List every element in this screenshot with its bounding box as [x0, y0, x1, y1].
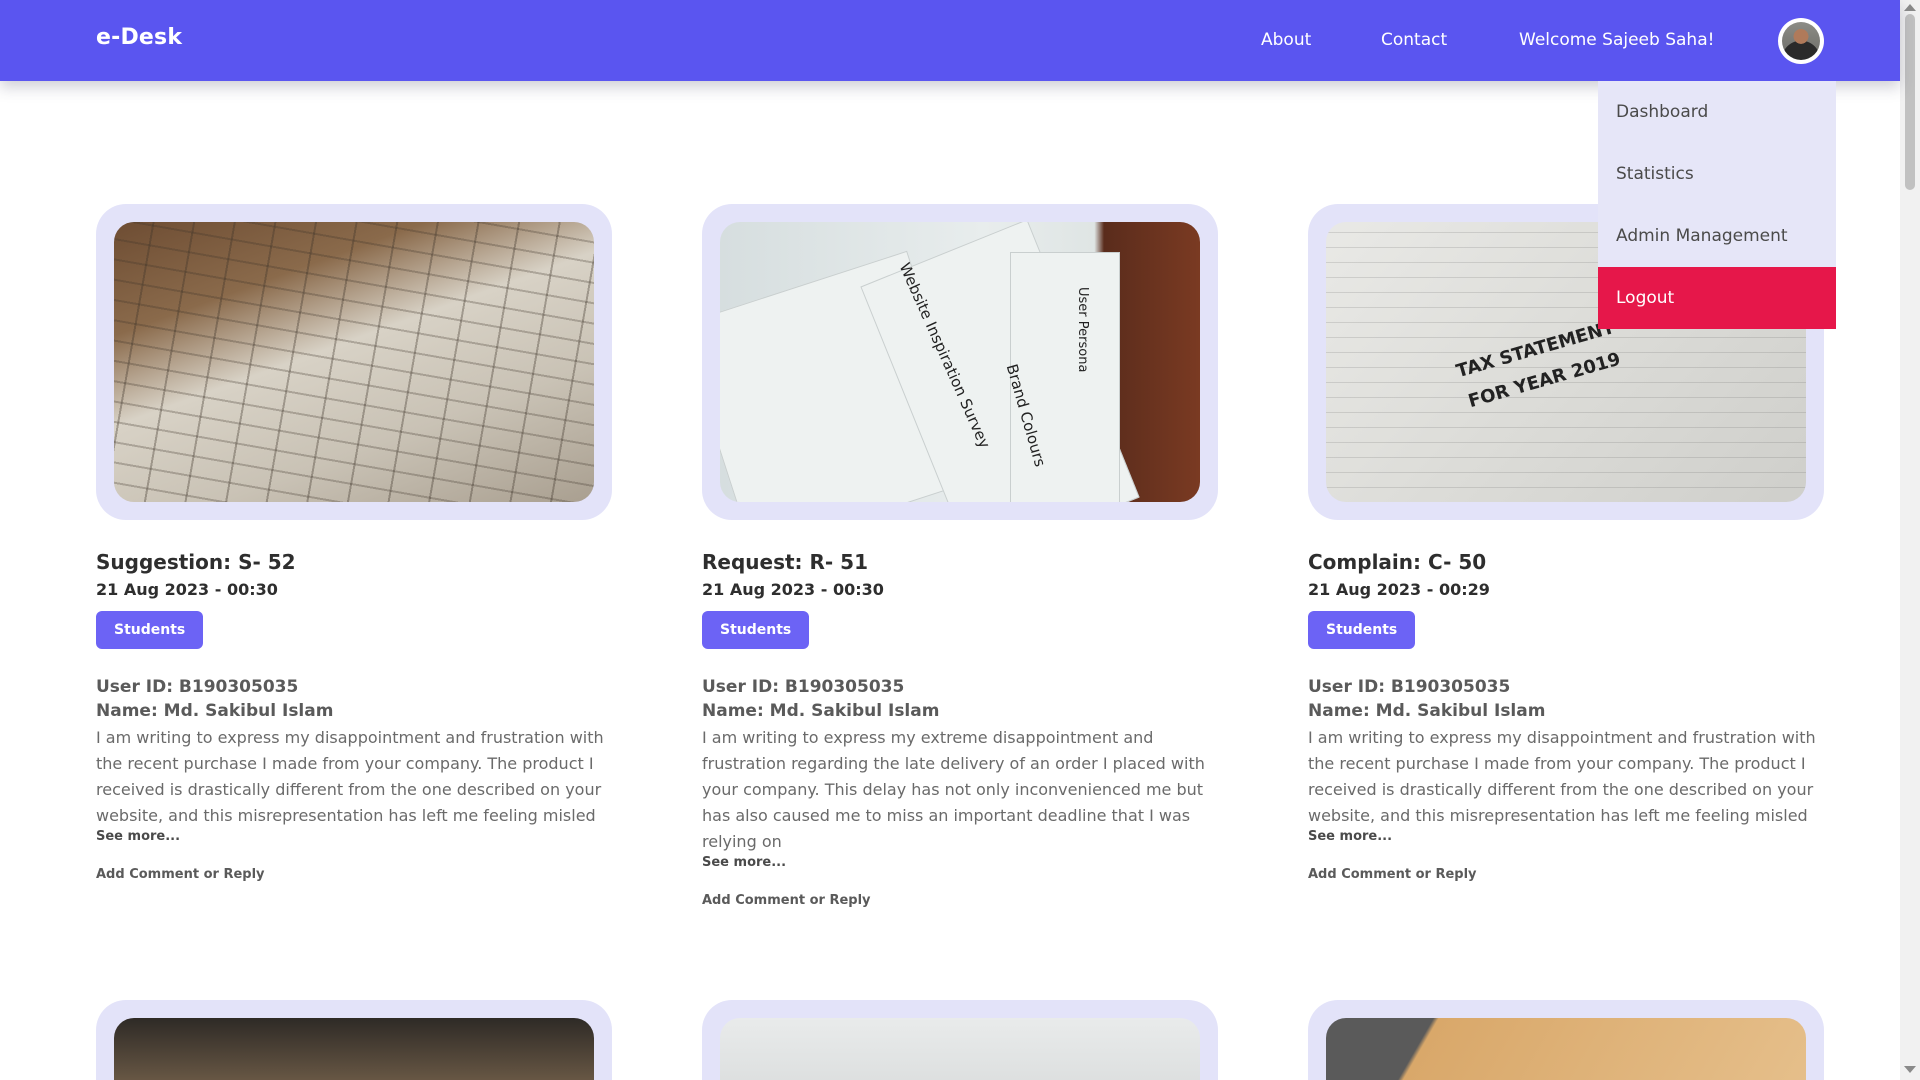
card-description: I am writing to express my disappointmen… [96, 728, 604, 825]
card-user-id: User ID: B190305035 [1308, 677, 1511, 697]
card-user-name: Name: Md. Sakibul Islam [96, 701, 334, 721]
page-scrollbar[interactable] [1900, 0, 1920, 1080]
category-badge[interactable]: Students [96, 611, 204, 649]
category-badge[interactable]: Students [702, 611, 810, 649]
menu-item-admin-management[interactable]: Admin Management [1598, 205, 1836, 267]
card-description: I am writing to express my extreme disap… [702, 728, 1205, 851]
card-image-frame [96, 204, 612, 520]
card-user-id: User ID: B190305035 [96, 677, 299, 697]
see-more-link[interactable]: See more... [96, 829, 612, 845]
card-image-survey[interactable]: Website Inspiration Survey Brand Colours… [720, 222, 1200, 502]
card-image[interactable] [114, 1018, 594, 1080]
survey-paper [1010, 252, 1120, 502]
card-description: I am writing to express my disappointmen… [1308, 728, 1816, 825]
card-date: 21 Aug 2023 - 00:30 [702, 580, 884, 599]
user-dropdown-menu: Dashboard Statistics Admin Management Lo… [1598, 81, 1836, 329]
menu-item-statistics[interactable]: Statistics [1598, 143, 1836, 205]
card-title: Request: R- 51 [702, 550, 869, 574]
scrollbar-thumb[interactable] [1905, 14, 1915, 190]
post-card: Suggestion: S- 52 21 Aug 2023 - 00:30 St… [96, 204, 612, 882]
card-user-name: Name: Md. Sakibul Islam [1308, 701, 1546, 721]
brand-logo[interactable]: e-Desk [96, 25, 182, 50]
navbar: e-Desk About Contact Welcome Sajeeb Saha… [0, 0, 1900, 81]
avatar-photo [1782, 22, 1820, 60]
menu-item-logout[interactable]: Logout [1598, 267, 1836, 329]
card-date: 21 Aug 2023 - 00:30 [96, 580, 278, 599]
card-image-ledger[interactable] [114, 222, 594, 502]
menu-item-dashboard[interactable]: Dashboard [1598, 81, 1836, 143]
add-comment-link[interactable]: Add Comment or Reply [96, 867, 612, 882]
nav-about-link[interactable]: About [1261, 30, 1311, 50]
category-badge[interactable]: Students [1308, 611, 1416, 649]
card-image-frame [1308, 1000, 1824, 1080]
image-text: User Persona [1075, 287, 1090, 373]
see-more-link[interactable]: See more... [1308, 829, 1824, 845]
card-image-frame: Website Inspiration Survey Brand Colours… [702, 204, 1218, 520]
card-title: Complain: C- 50 [1308, 550, 1487, 574]
card-image[interactable] [720, 1018, 1200, 1080]
card-image[interactable] [1326, 1018, 1806, 1080]
nav-contact-link[interactable]: Contact [1381, 30, 1447, 50]
user-avatar[interactable] [1778, 18, 1824, 64]
scroll-up-arrow-icon[interactable] [1904, 4, 1916, 11]
card-title: Suggestion: S- 52 [96, 550, 296, 574]
card-image-frame [702, 1000, 1218, 1080]
card-user-name: Name: Md. Sakibul Islam [702, 701, 940, 721]
card-date: 21 Aug 2023 - 00:29 [1308, 580, 1490, 599]
post-card: Website Inspiration Survey Brand Colours… [702, 204, 1218, 908]
scroll-down-arrow-icon[interactable] [1904, 1066, 1916, 1073]
card-user-id: User ID: B190305035 [702, 677, 905, 697]
see-more-link[interactable]: See more... [702, 855, 1218, 871]
welcome-user-link[interactable]: Welcome Sajeeb Saha! [1519, 30, 1714, 50]
add-comment-link[interactable]: Add Comment or Reply [1308, 867, 1824, 882]
add-comment-link[interactable]: Add Comment or Reply [702, 893, 1218, 908]
card-image-frame [96, 1000, 612, 1080]
